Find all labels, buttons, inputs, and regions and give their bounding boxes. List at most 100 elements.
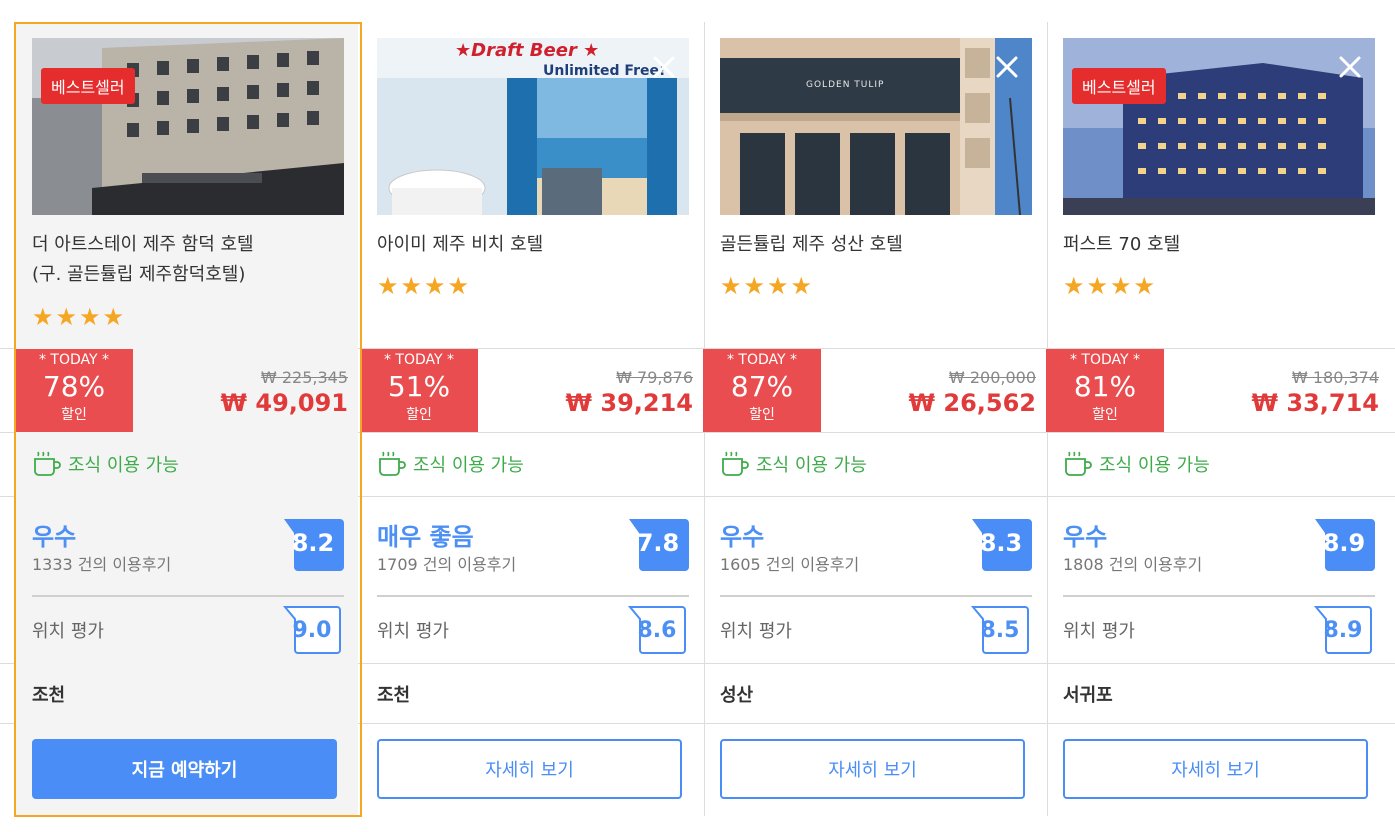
star-rating-icon: ★★★★ (720, 272, 815, 300)
location-score-badge: 8.6 (628, 606, 686, 654)
hotel-name[interactable]: 더 아트스테이 제주 함덕 호텔 (구. 골든튤립 제주함덕호텔) (32, 230, 352, 290)
photo-promo-text: ★Draft Beer ★ (455, 40, 600, 61)
location-score-badge: 8.5 (971, 606, 1029, 654)
hotel-name-line1: 골든튤립 제주 성산 호텔 (720, 234, 903, 255)
breakfast-label: 조식 이용 가능 (68, 455, 179, 476)
photo-promo-subtext: Unlimited Free! (543, 63, 666, 79)
location-score: 8.5 (980, 618, 1020, 643)
discount-label: 할인 (61, 407, 87, 423)
coffee-cup-icon (34, 451, 61, 476)
review-score-badge: 8.9 (1313, 519, 1375, 571)
hotel-name-line1: 아이미 제주 비치 호텔 (377, 234, 544, 255)
original-price: ₩ 79,876 (616, 368, 693, 387)
book-now-button[interactable]: 지금 예약하기 (32, 739, 337, 799)
star-rating-icon: ★★★★ (32, 303, 127, 331)
section-divider (377, 595, 689, 597)
hotel-card-1[interactable]: 베스트셀러 더 아트스테이 제주 함덕 호텔 (구. 골든튤립 제주함덕호텔) … (15, 22, 358, 816)
breakfast-available: 조식 이용 가능 (1063, 450, 1210, 478)
review-count[interactable]: 1808 건의 이용후기 (1063, 551, 1202, 575)
hotel-photo[interactable]: 베스트셀러 (1063, 38, 1375, 215)
coffee-cup-icon (722, 451, 749, 476)
breakfast-label: 조식 이용 가능 (1099, 455, 1210, 476)
photo-sign-text: GOLDEN TULIP (806, 80, 885, 90)
hotel-area: 조천 (32, 685, 66, 706)
hotel-name-line2: (구. 골든튤립 제주함덕호텔) (32, 264, 246, 285)
sale-price: ₩ 26,562 (908, 389, 1036, 417)
coffee-cup-icon (379, 451, 406, 476)
breakfast-available: 조식 이용 가능 (32, 450, 179, 478)
section-divider (720, 595, 1032, 597)
hotel-card-3[interactable]: GOLDEN TULIP 골든튤립 제주 성산 호텔 ★★★★ * TODAY … (703, 22, 1046, 816)
breakfast-available: 조식 이용 가능 (720, 450, 867, 478)
review-count[interactable]: 1333 건의 이용후기 (32, 551, 171, 575)
review-score: 8.2 (291, 529, 335, 557)
discount-percent: 78% (42, 370, 106, 403)
review-count[interactable]: 1605 건의 이용후기 (720, 551, 859, 575)
location-rating-label: 위치 평가 (720, 621, 792, 642)
bestseller-badge: 베스트셀러 (1072, 68, 1166, 104)
review-score-badge: 8.2 (282, 519, 344, 571)
breakfast-label: 조식 이용 가능 (756, 455, 867, 476)
today-label: * TODAY * (1069, 352, 1141, 368)
location-score-badge: 8.9 (1314, 606, 1372, 654)
hotel-photo[interactable]: ★Draft Beer ★ Unlimited Free! (377, 38, 689, 215)
hotel-area: 조천 (377, 685, 411, 706)
discount-label: 할인 (406, 407, 432, 423)
review-count[interactable]: 1709 건의 이용후기 (377, 551, 516, 575)
discount-percent: 81% (1073, 370, 1137, 403)
section-divider (32, 595, 344, 597)
location-score: 9.0 (292, 618, 332, 643)
discount-label: 할인 (1092, 407, 1118, 423)
today-discount-badge: * TODAY * 51% 할인 (360, 349, 478, 432)
hotel-card-2[interactable]: ★Draft Beer ★ Unlimited Free! 아이미 제주 비치 … (360, 22, 703, 816)
close-icon[interactable] (1335, 52, 1365, 82)
view-details-button[interactable]: 자세히 보기 (1063, 739, 1368, 799)
sale-price: ₩ 49,091 (220, 389, 348, 417)
hotel-area: 서귀포 (1063, 685, 1113, 706)
close-icon[interactable] (992, 52, 1022, 82)
original-price: ₩ 180,374 (1291, 368, 1379, 387)
hotel-photo[interactable]: GOLDEN TULIP (720, 38, 1032, 215)
view-details-button[interactable]: 자세히 보기 (377, 739, 682, 799)
sale-price: ₩ 33,714 (1251, 389, 1379, 417)
hotel-name-line1: 퍼스트 70 호텔 (1063, 234, 1181, 255)
discount-label: 할인 (749, 407, 775, 423)
original-price: ₩ 225,345 (260, 368, 348, 387)
review-score-badge: 8.3 (970, 519, 1032, 571)
hotel-photo[interactable]: 베스트셀러 (32, 38, 344, 215)
today-discount-badge: * TODAY * 87% 할인 (703, 349, 821, 432)
hotel-name[interactable]: 아이미 제주 비치 호텔 (377, 230, 697, 260)
today-discount-badge: * TODAY * 78% 할인 (15, 349, 133, 432)
review-score-badge: 7.8 (627, 519, 689, 571)
hotel-name-line1: 더 아트스테이 제주 함덕 호텔 (32, 234, 254, 255)
section-divider (1063, 595, 1375, 597)
bestseller-badge: 베스트셀러 (41, 68, 135, 104)
location-score-badge: 9.0 (283, 606, 341, 654)
close-icon[interactable] (649, 52, 679, 82)
location-rating-label: 위치 평가 (377, 621, 449, 642)
hotel-card-4[interactable]: 베스트셀러 퍼스트 70 호텔 ★★★★ * TODAY * 81% 할인 ₩ … (1046, 22, 1389, 816)
location-rating-label: 위치 평가 (1063, 621, 1135, 642)
today-label: * TODAY * (38, 352, 110, 368)
review-score: 8.3 (979, 529, 1023, 557)
today-label: * TODAY * (726, 352, 798, 368)
rating-word: 우수 (1063, 523, 1108, 551)
location-score: 8.9 (1323, 618, 1363, 643)
rating-word: 우수 (32, 523, 77, 551)
star-rating-icon: ★★★★ (377, 272, 472, 300)
view-details-button[interactable]: 자세히 보기 (720, 739, 1025, 799)
hotel-name[interactable]: 퍼스트 70 호텔 (1063, 230, 1383, 260)
coffee-cup-icon (1065, 451, 1092, 476)
rating-word: 우수 (720, 523, 765, 551)
hotel-area: 성산 (720, 685, 754, 706)
review-score: 7.8 (636, 529, 680, 557)
today-label: * TODAY * (383, 352, 455, 368)
breakfast-label: 조식 이용 가능 (413, 455, 524, 476)
location-rating-label: 위치 평가 (32, 621, 104, 642)
hotel-name[interactable]: 골든튤립 제주 성산 호텔 (720, 230, 1040, 260)
breakfast-available: 조식 이용 가능 (377, 450, 524, 478)
discount-percent: 51% (387, 370, 451, 403)
rating-word: 매우 좋음 (377, 523, 474, 551)
review-score: 8.9 (1322, 529, 1366, 557)
discount-percent: 87% (730, 370, 794, 403)
